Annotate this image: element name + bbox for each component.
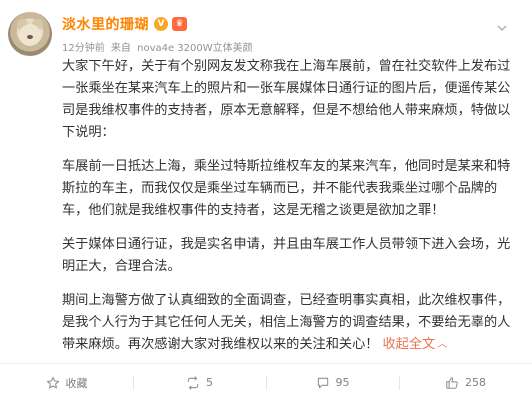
user-name[interactable]: 淡水里的珊瑚 [62,14,149,34]
action-bar: 收藏 5 95 258 [0,363,532,401]
favorite-label: 收藏 [65,376,88,390]
post-paragraph: 大家下午好，关于有个别网友发文称我在上海车展前，曾在社交软件上发布过一张乘坐在某… [62,59,511,140]
chevron-down-icon[interactable] [496,22,508,34]
source-prefix: 来自 [110,43,131,54]
collapse-full-text-link[interactable]: 收起全文 ︿ [383,337,448,352]
post-content: 大家下午好，关于有个别网友发文称我在上海车展前，曾在社交软件上发布过一张乘坐在某… [62,56,518,369]
weibo-post-card: 淡水里的珊瑚 V ♛ 12分钟前 来自 nova4e 3200W立体美颜 大家下… [0,0,532,401]
star-icon [46,376,59,388]
comment-count: 95 [335,376,350,389]
like-button[interactable]: 258 [399,364,532,401]
vip-crown-icon[interactable]: ♛ [172,17,187,31]
post-meta: 12分钟前 来自 nova4e 3200W立体美颜 [62,39,256,54]
collapse-label: 收起全文 [382,337,436,352]
post-paragraph: 车展前一日抵达上海，乘坐过特斯拉维权车友的某来汽车，他同时是某来和特斯拉的车主，… [62,159,511,218]
post-header: 淡水里的珊瑚 V ♛ 12分钟前 来自 nova4e 3200W立体美颜 [8,12,508,58]
post-paragraph-last: 期间上海警方做了认真细致的全面调查，已经查明事实真相，此次维权事件，是我个人行为… [62,290,518,357]
repost-count: 5 [206,376,213,389]
favorite-button[interactable]: 收藏 [0,364,133,401]
repost-icon [187,375,199,390]
avatar[interactable] [8,12,52,56]
chevron-up-icon: ︿ [437,339,448,350]
post-device[interactable]: nova4e 3200W立体美颜 [137,43,253,54]
like-count: 258 [465,376,486,389]
thumbs-up-icon [446,376,458,389]
post-time[interactable]: 12分钟前 [62,43,105,54]
post-paragraph: 关于媒体日通行证，我是实名申请，并且由车展工作人员带领下进入会场，光明正大，合理… [62,237,511,274]
name-row: 淡水里的珊瑚 V ♛ [62,14,187,34]
comment-button[interactable]: 95 [266,364,399,401]
repost-button[interactable]: 5 [133,364,266,401]
comment-icon [317,377,328,388]
verified-badge-icon[interactable]: V [154,17,168,31]
